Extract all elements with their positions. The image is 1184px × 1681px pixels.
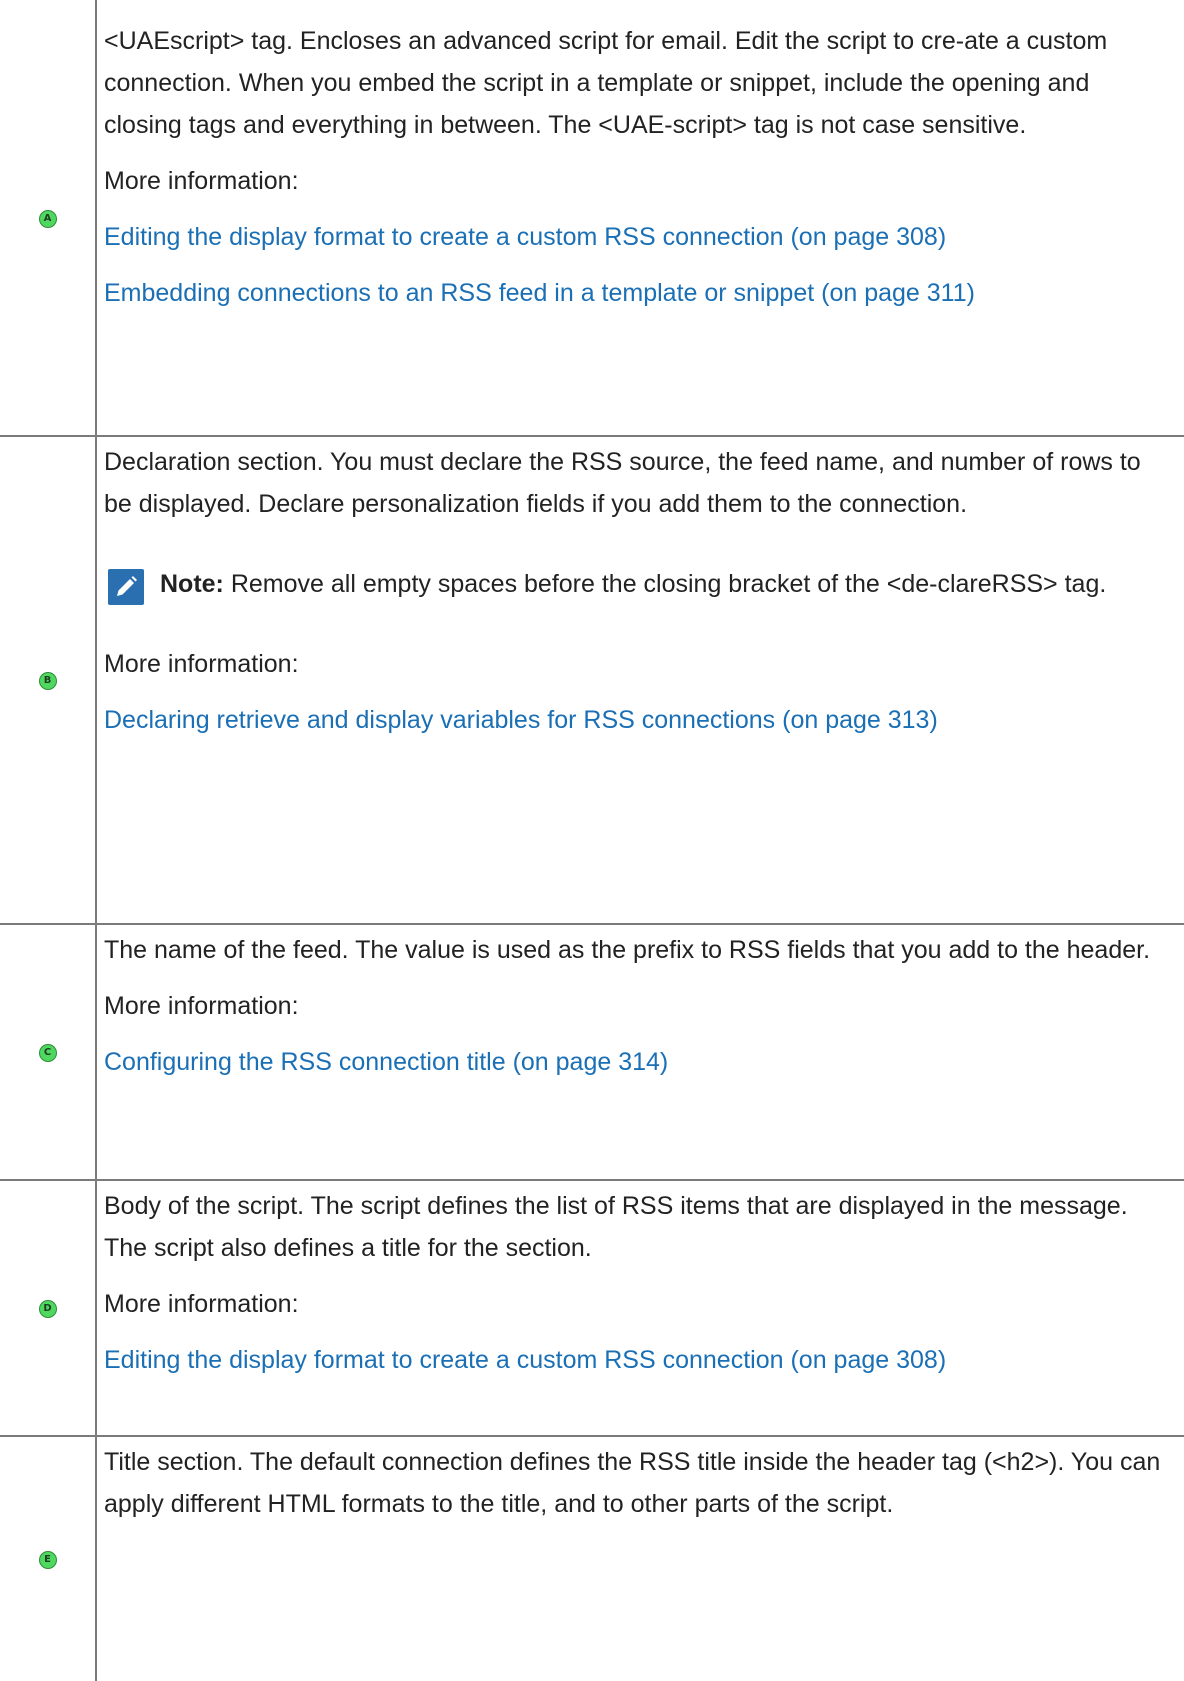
callout-description-cell: Body of the script. The script defines t…	[95, 1179, 1184, 1437]
link-configuring-title[interactable]: Configuring the RSS connection title (on…	[104, 1048, 668, 1076]
callout-badge-icon: D	[38, 1300, 57, 1318]
callout-table: A <UAEscript> tag. Encloses an advanced …	[0, 0, 1184, 1681]
callout-row-a: A <UAEscript> tag. Encloses an advanced …	[0, 0, 1184, 437]
callout-badge-icon: A	[38, 209, 57, 228]
callout-badge-icon: C	[38, 1044, 57, 1062]
link-editing-display-format[interactable]: Editing the display format to create a c…	[104, 1346, 946, 1374]
callout-description: The name of the feed. The value is used …	[104, 936, 1151, 964]
callout-key-cell: E	[0, 1435, 97, 1681]
link-declaring-variables[interactable]: Declaring retrieve and display variables…	[104, 706, 938, 734]
callout-row-d: D Body of the script. The script defines…	[0, 1179, 1184, 1437]
note-text: Remove all empty spaces before the closi…	[223, 570, 1107, 598]
callout-key-cell: A	[0, 0, 97, 437]
link-embedding-connections[interactable]: Embedding connections to an RSS feed in …	[104, 279, 975, 307]
callout-description-cell: Declaration section. You must declare th…	[95, 435, 1184, 925]
pencil-note-icon	[108, 569, 144, 605]
callout-key-cell: D	[0, 1179, 97, 1437]
callout-description: Declaration section. You must declare th…	[104, 448, 1141, 518]
callout-description-cell: <UAEscript> tag. Encloses an advanced sc…	[95, 0, 1184, 437]
callout-description-cell: The name of the feed. The value is used …	[95, 923, 1184, 1181]
more-information-label: More information:	[104, 992, 299, 1020]
link-editing-display-format[interactable]: Editing the display format to create a c…	[104, 223, 946, 251]
callout-key-cell: B	[0, 435, 97, 925]
more-information-label: More information:	[104, 1290, 299, 1318]
callout-row-b: B Declaration section. You must declare …	[0, 435, 1184, 925]
callout-row-c: C The name of the feed. The value is use…	[0, 923, 1184, 1181]
callout-row-e: E Title section. The default connection …	[0, 1435, 1184, 1681]
callout-badge-icon: B	[38, 672, 57, 690]
more-information-label: More information:	[104, 650, 299, 678]
callout-description-cell: Title section. The default connection de…	[95, 1435, 1184, 1681]
callout-key-cell: C	[0, 923, 97, 1181]
callout-description: Body of the script. The script defines t…	[104, 1192, 1128, 1262]
more-information-label: More information:	[104, 167, 299, 195]
callout-description: Title section. The default connection de…	[104, 1448, 1161, 1518]
callout-badge-icon: E	[38, 1551, 57, 1569]
callout-description: <UAEscript> tag. Encloses an advanced sc…	[104, 27, 1108, 139]
note-block: Note: Remove all empty spaces before the…	[104, 563, 1170, 605]
note-label: Note:	[160, 570, 224, 598]
